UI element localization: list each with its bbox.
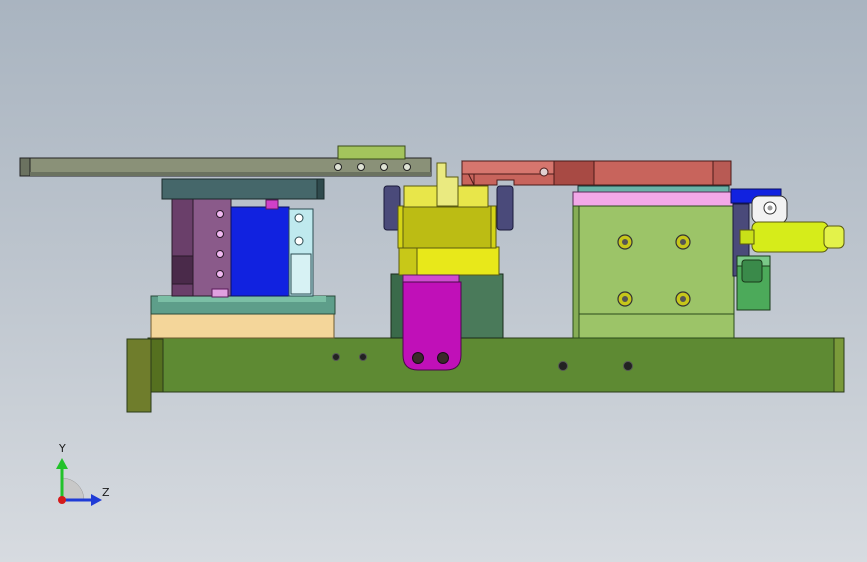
pink-plate[interactable] — [572, 191, 735, 207]
yellow-upper-block-face — [402, 205, 492, 249]
base-beam-end-cap[interactable] — [833, 337, 845, 393]
right-arm-end — [712, 160, 732, 186]
green-block[interactable] — [572, 205, 735, 315]
assembly-drawing — [19, 145, 845, 506]
left-end-block[interactable] — [126, 338, 152, 413]
yellow-lower-block-side — [398, 246, 418, 276]
purple-finger — [171, 255, 194, 285]
cyan-plate-hole — [294, 236, 304, 246]
cylinder-rod-end — [823, 225, 845, 249]
rail-green-block[interactable] — [337, 145, 406, 160]
green-foot-knob — [741, 259, 763, 283]
right-arm-dark-segment — [553, 160, 595, 186]
cyan-top-strip — [577, 185, 730, 193]
blue-block[interactable] — [230, 206, 290, 297]
cad-viewport[interactable]: Y Z — [0, 0, 867, 562]
cream-block[interactable] — [150, 313, 335, 339]
side-bracket-right[interactable] — [496, 185, 514, 231]
purple-block-face — [192, 198, 232, 297]
yellow-pin — [436, 162, 459, 207]
top-clamp-bar-end — [316, 178, 325, 200]
magenta-clamp[interactable] — [402, 281, 462, 371]
cylinder-icon[interactable] — [751, 221, 829, 253]
clamp-hole — [437, 352, 449, 364]
green-block-lower — [572, 313, 735, 339]
cylinder-neck — [739, 229, 755, 245]
magenta-pin — [265, 199, 279, 210]
base-beam[interactable] — [147, 337, 839, 393]
top-clamp-bar[interactable] — [161, 178, 323, 200]
triad-y-label: Y — [59, 442, 66, 455]
triad-z-label: Z — [102, 486, 110, 499]
green-block-left-edge — [572, 205, 580, 339]
yoke-pin-core — [767, 205, 773, 211]
top-rail-bottom-edge — [30, 172, 431, 176]
top-rail-end — [19, 157, 31, 177]
left-end-block-face — [150, 338, 164, 393]
small-pink-tab — [211, 288, 229, 298]
triad-axes-icon — [56, 458, 102, 506]
dark-green-block-side — [390, 273, 404, 339]
cyan-plate-lower — [290, 253, 312, 295]
teal-plate-top — [158, 296, 326, 302]
clamp-hole — [412, 352, 424, 364]
right-arm-hole — [539, 167, 549, 177]
cyan-plate-hole — [294, 213, 304, 223]
